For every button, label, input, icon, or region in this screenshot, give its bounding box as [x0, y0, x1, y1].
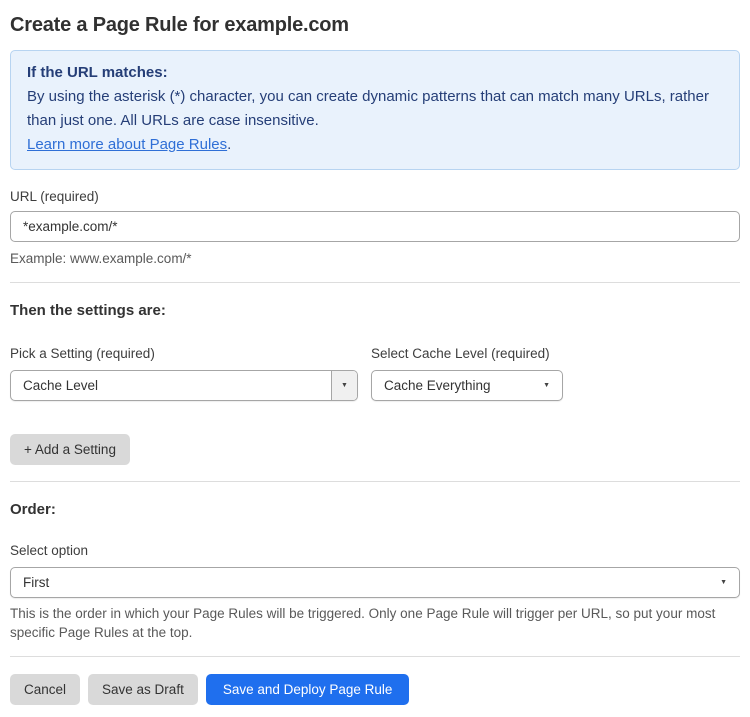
order-select-label: Select option: [10, 543, 89, 558]
setting-picker-select[interactable]: Cache Level ▼: [10, 370, 358, 401]
chevron-down-icon: ▼: [720, 579, 727, 586]
learn-more-link[interactable]: Learn more about Page Rules: [27, 136, 227, 153]
footer-divider: [10, 656, 740, 657]
order-helper-text: This is the order in which your Page Rul…: [10, 606, 716, 640]
order-select[interactable]: First ▼: [10, 567, 740, 598]
cancel-button[interactable]: Cancel: [10, 674, 81, 705]
cache-level-label: Select Cache Level (required): [371, 346, 550, 361]
cache-level-value: Cache Everything: [384, 378, 491, 393]
form-actions: Cancel Save as Draft Save and Deploy Pag…: [10, 674, 740, 705]
page-title: Create a Page Rule for example.com: [10, 14, 349, 36]
link-suffix: .: [227, 136, 232, 153]
add-setting-wrap: + Add a Setting: [10, 434, 740, 465]
settings-heading: Then the settings are:: [10, 302, 166, 319]
setting-picker-value: Cache Level: [23, 378, 99, 393]
info-box-heading: If the URL matches:: [27, 64, 168, 81]
settings-row: Pick a Setting (required) Cache Level ▼ …: [10, 346, 740, 401]
save-deploy-button[interactable]: Save and Deploy Page Rule: [205, 674, 410, 705]
save-draft-button[interactable]: Save as Draft: [88, 674, 198, 705]
url-helper-text: Example: www.example.com/*: [10, 251, 192, 266]
cache-level-select[interactable]: Cache Everything ▼: [371, 370, 563, 401]
url-label: URL (required): [10, 189, 99, 204]
chevron-down-icon: ▼: [543, 382, 550, 389]
url-match-info-box: If the URL matches: By using the asteris…: [10, 50, 740, 170]
url-input[interactable]: [10, 211, 740, 242]
info-box-body: By using the asterisk (*) character, you…: [27, 88, 709, 129]
cache-level-column: Select Cache Level (required) Cache Ever…: [371, 346, 563, 401]
page-rule-form: Create a Page Rule for example.com If th…: [0, 13, 750, 717]
section-divider: [10, 481, 740, 482]
chevron-down-icon[interactable]: ▼: [331, 371, 357, 400]
section-divider: [10, 282, 740, 283]
setting-picker-column: Pick a Setting (required) Cache Level ▼: [10, 346, 358, 401]
order-heading: Order:: [10, 501, 56, 518]
info-box-link-line: Learn more about Page Rules.: [27, 133, 723, 157]
add-setting-button[interactable]: + Add a Setting: [10, 434, 130, 465]
order-select-value: First: [23, 575, 50, 590]
setting-picker-label: Pick a Setting (required): [10, 346, 155, 361]
